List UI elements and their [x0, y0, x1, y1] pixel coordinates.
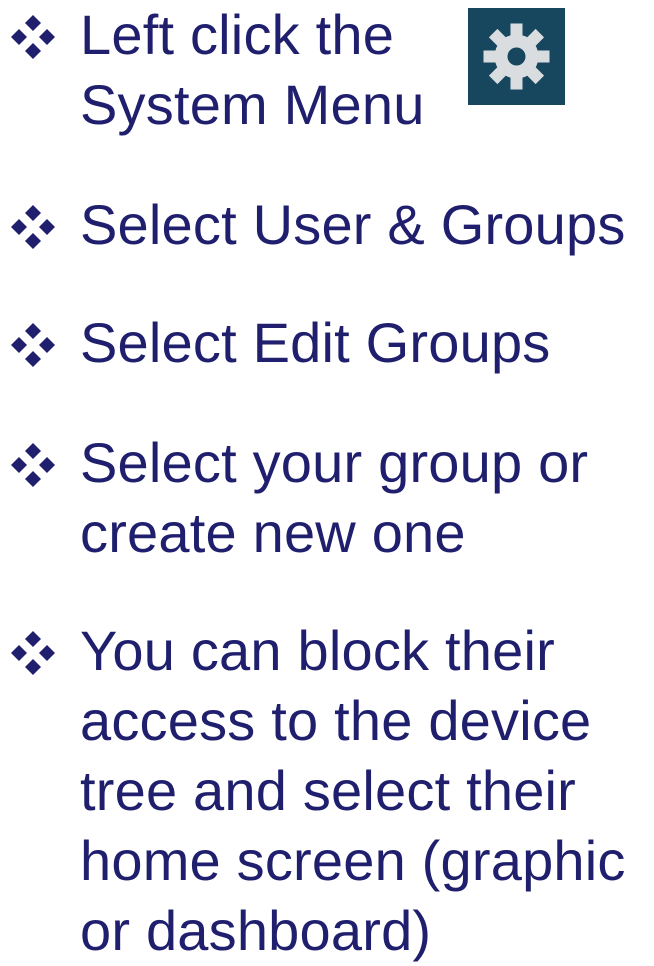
bullet-text: Left click the System Menu	[80, 0, 425, 140]
bullet-line: create new one	[80, 501, 466, 564]
bullet-line: access to the device	[80, 689, 592, 752]
bullet-text: You can block their access to the device…	[80, 616, 626, 966]
bullet-text: Select User & Groups	[80, 190, 626, 260]
bullet-line: Select Edit Groups	[80, 311, 551, 374]
bullet-line: System Menu	[80, 73, 425, 136]
system-menu-gear-button[interactable]	[468, 8, 565, 105]
four-diamond-bullet-icon	[8, 440, 58, 490]
bullet-line: tree and select their	[80, 759, 577, 822]
bullet-line: You can block their	[80, 619, 555, 682]
four-diamond-bullet-icon	[8, 12, 58, 62]
bullet-line: Left click the	[80, 3, 395, 66]
four-diamond-bullet-icon	[8, 320, 58, 370]
bullet-text: Select Edit Groups	[80, 308, 551, 378]
bullet-text: Select your group or create new one	[80, 428, 588, 568]
bullet-line: Select your group or	[80, 431, 589, 494]
four-diamond-bullet-icon	[8, 628, 58, 678]
bullet-line: Select User & Groups	[80, 193, 626, 256]
four-diamond-bullet-icon	[8, 202, 58, 252]
gear-icon	[483, 23, 550, 90]
bullet-line: home screen (graphic	[80, 829, 626, 892]
bullet-line: or dashboard)	[80, 899, 432, 962]
